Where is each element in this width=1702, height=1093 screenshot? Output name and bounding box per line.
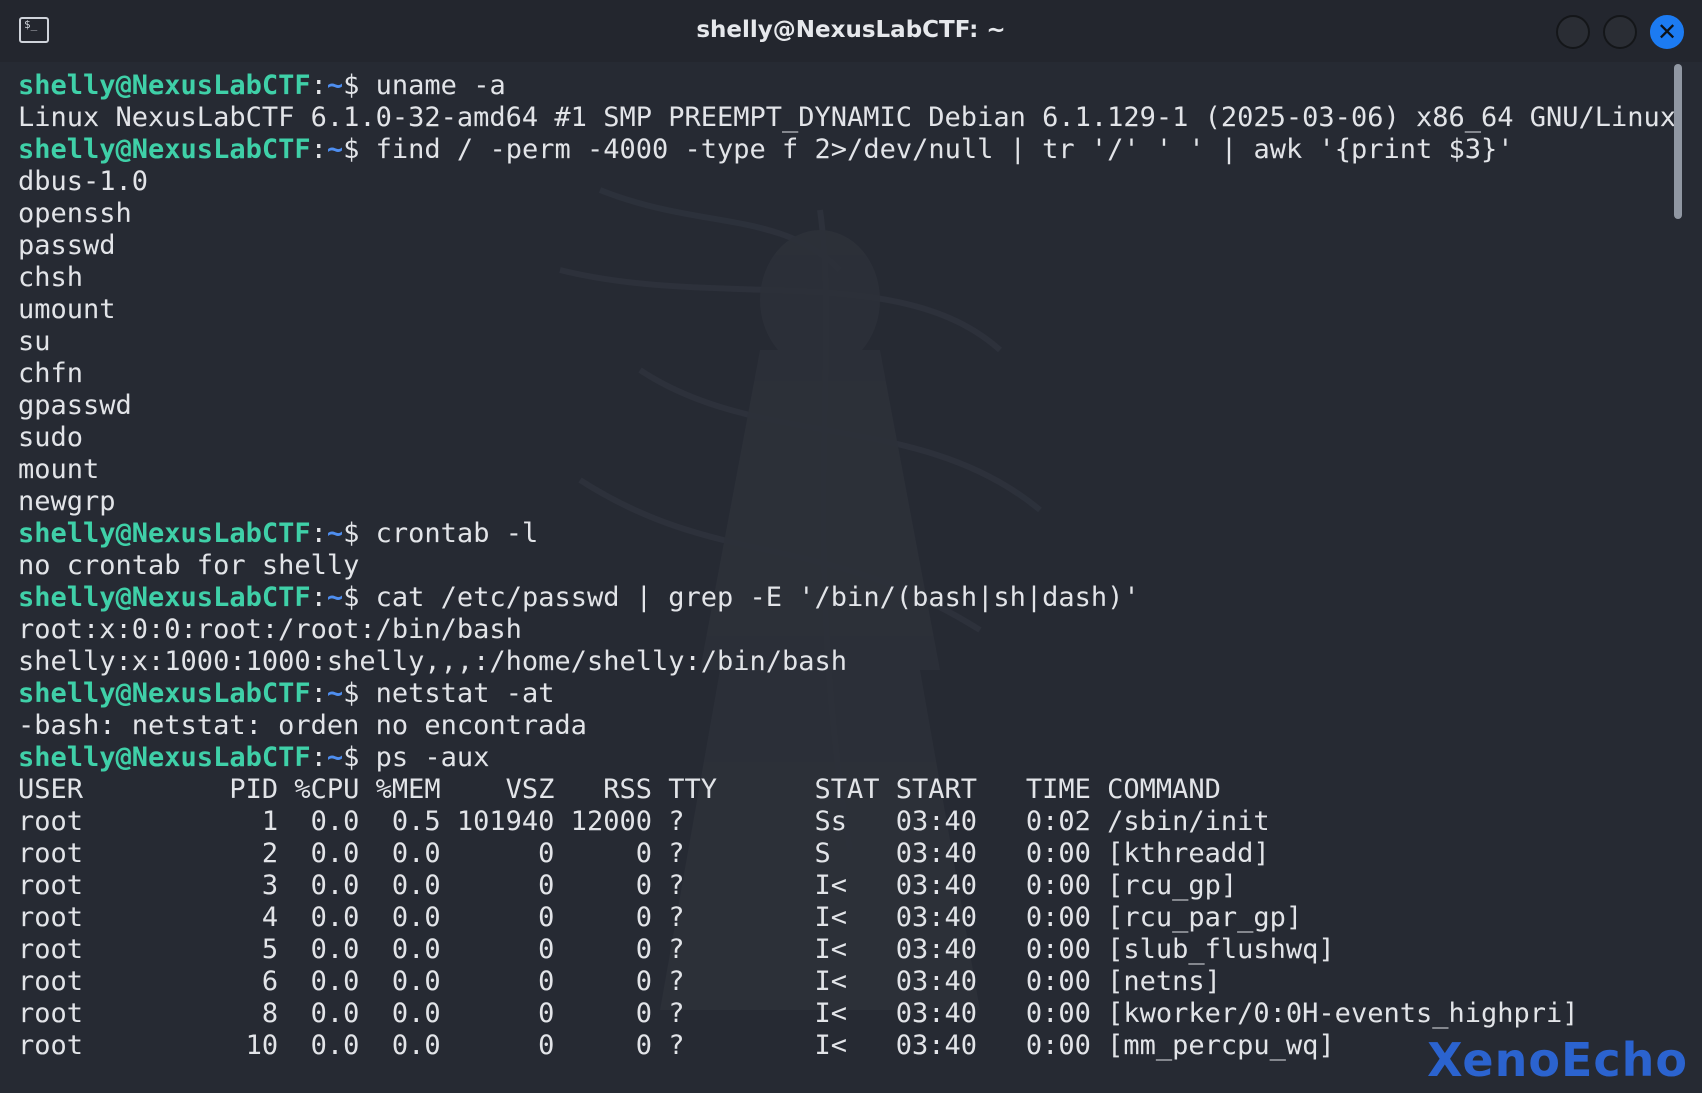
command-line: shelly@NexusLabCTF:~$ uname -a [18,70,1662,102]
output-line: root:x:0:0:root:/root:/bin/bash [18,614,522,645]
prompt-colon: : [310,518,327,549]
output-line: root 4 0.0 0.0 0 0 ? I< 03:40 0:00 [rcu_… [18,902,1303,933]
window-title: shelly@NexusLabCTF: ~ [696,17,1006,43]
output-line: sudo [18,422,84,453]
output-line: root 5 0.0 0.0 0 0 ? I< 03:40 0:00 [slub… [18,934,1335,965]
command-line: shelly@NexusLabCTF:~$ find / -perm -4000… [18,134,1662,166]
prompt-path: ~ [326,678,344,709]
scrollbar[interactable] [1674,64,1682,219]
minimize-button[interactable] [1556,15,1590,49]
output-line: root 6 0.0 0.0 0 0 ? I< 03:40 0:00 [netn… [18,966,1221,997]
command-line: shelly@NexusLabCTF:~$ ps -aux [18,742,1662,774]
command-text: ps -aux [375,742,490,773]
watermark-logo: XenoEcho [1427,1033,1688,1087]
prompt-colon: : [310,134,327,165]
output-line: -bash: netstat: orden no encontrada [18,710,587,741]
terminal-output[interactable]: shelly@NexusLabCTF:~$ uname -a Linux Nexu… [18,70,1677,1093]
output-line: root 1 0.0 0.5 101940 12000 ? Ss 03:40 0… [18,806,1270,837]
prompt-user-host: shelly@NexusLabCTF [18,582,311,613]
prompt-user-host: shelly@NexusLabCTF [18,518,311,549]
title-bar[interactable]: $_ shelly@NexusLabCTF: ~ ✕ [0,0,1702,62]
output-line: root 8 0.0 0.0 0 0 ? I< 03:40 0:00 [kwor… [18,998,1579,1029]
prompt-dollar: $ [343,582,376,613]
output-line: su [18,326,51,357]
prompt-colon: : [310,742,327,773]
prompt-dollar: $ [343,742,376,773]
command-line: shelly@NexusLabCTF:~$ netstat -at [18,678,1662,710]
command-text: find / -perm -4000 -type f 2>/dev/null |… [375,134,1514,165]
prompt-path: ~ [326,70,344,101]
prompt-path: ~ [326,518,344,549]
prompt-dollar: $ [343,678,376,709]
output-line: root 10 0.0 0.0 0 0 ? I< 03:40 0:00 [mm_… [18,1030,1335,1061]
prompt-path: ~ [326,582,344,613]
prompt-dollar: $ [343,70,376,101]
prompt-user-host: shelly@NexusLabCTF [18,742,311,773]
maximize-button[interactable] [1603,15,1637,49]
output-line: gpasswd [18,390,132,421]
command-line: shelly@NexusLabCTF:~$ crontab -l [18,518,1662,550]
output-line: passwd [18,230,116,261]
output-line: chsh [18,262,84,293]
output-line: dbus-1.0 [18,166,149,197]
prompt-dollar: $ [343,134,376,165]
prompt-user-host: shelly@NexusLabCTF [18,70,311,101]
command-line: shelly@NexusLabCTF:~$ cat /etc/passwd | … [18,582,1662,614]
output-line: Linux NexusLabCTF 6.1.0-32-amd64 #1 SMP … [18,102,1677,133]
command-text: crontab -l [375,518,539,549]
output-line: chfn [18,358,84,389]
output-line: shelly:x:1000:1000:shelly,,,:/home/shell… [18,646,848,677]
command-text: netstat -at [375,678,555,709]
prompt-colon: : [310,582,327,613]
close-button[interactable]: ✕ [1650,15,1684,49]
prompt-colon: : [310,70,327,101]
output-line: root 2 0.0 0.0 0 0 ? S 03:40 0:00 [kthre… [18,838,1270,869]
prompt-user-host: shelly@NexusLabCTF [18,678,311,709]
output-line: umount [18,294,116,325]
terminal-window: $_ shelly@NexusLabCTF: ~ ✕ shelly@NexusL… [0,0,1702,1093]
output-line: openssh [18,198,132,229]
prompt-colon: : [310,678,327,709]
command-text: cat /etc/passwd | grep -E '/bin/(bash|sh… [375,582,1140,613]
prompt-dollar: $ [343,518,376,549]
output-line: root 3 0.0 0.0 0 0 ? I< 03:40 0:00 [rcu_… [18,870,1238,901]
prompt-user-host: shelly@NexusLabCTF [18,134,311,165]
output-line: newgrp [18,486,116,517]
command-text: uname -a [375,70,506,101]
output-line: no crontab for shelly [18,550,360,581]
prompt-path: ~ [326,134,344,165]
output-line: USER PID %CPU %MEM VSZ RSS TTY STAT STAR… [18,774,1221,805]
prompt-path: ~ [326,742,344,773]
output-line: mount [18,454,100,485]
